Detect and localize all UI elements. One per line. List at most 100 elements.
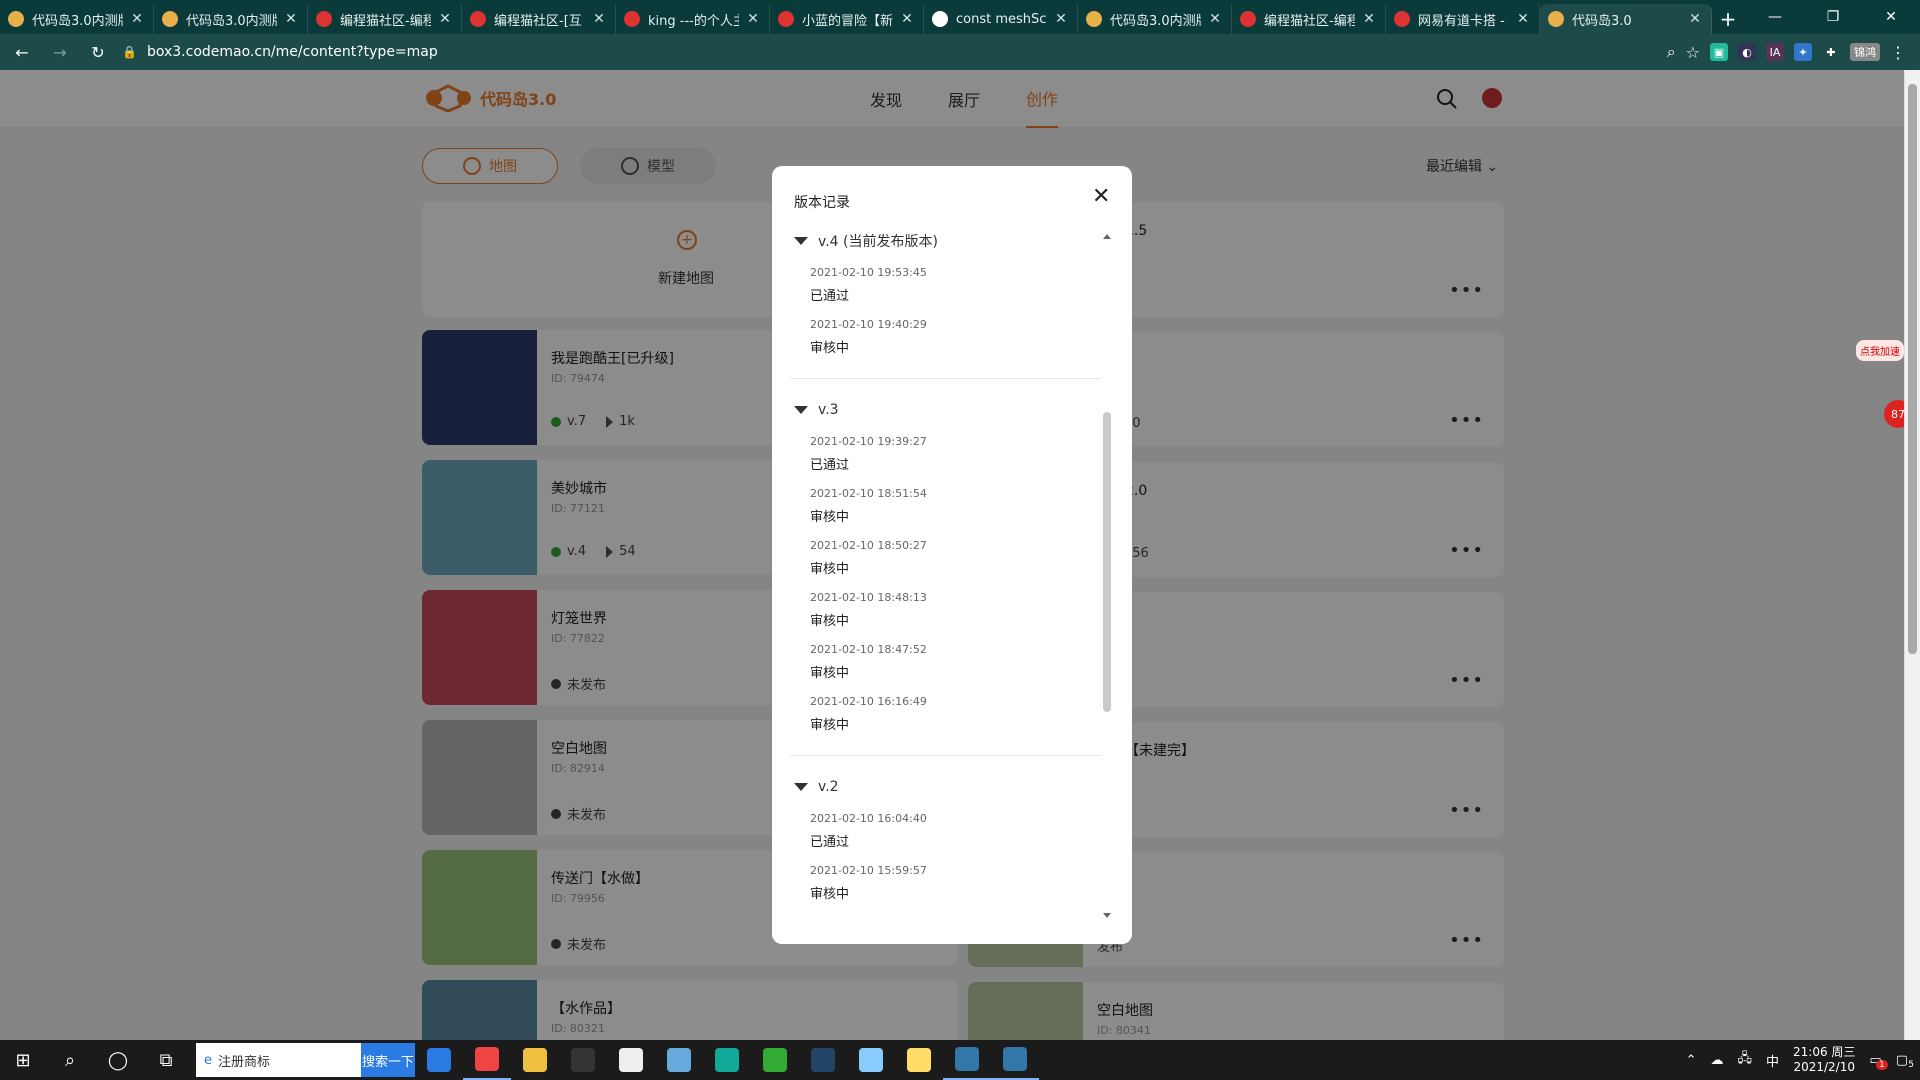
clock[interactable]: 21:06 周三 2021/2/10 [1793,1045,1855,1075]
document-icon[interactable] [607,1040,655,1080]
extensions-puzzle-icon[interactable]: ✚ [1822,43,1840,61]
entry-status: 审核中 [810,887,850,902]
collapse-triangle-icon[interactable] [794,406,808,414]
browser-tabbar: 代码岛3.0内测版 ✕ 代码岛3.0内测版 ✕ 编程猫社区-编程 ✕ 编程猫社区-[互 ✕ ki… [0,0,1920,34]
collapse-triangle-icon[interactable] [794,783,808,791]
store-icon[interactable] [559,1040,607,1080]
page-scrollbar[interactable] [1904,70,1920,1040]
extension-bird-icon[interactable]: ✦ [1794,43,1812,61]
taskbar-apps [415,1040,1039,1080]
action-center-icon[interactable]: ▢ 5 [1896,1053,1914,1070]
browser-tab[interactable]: 编程猫社区-编程 ✕ [308,4,462,34]
modal-scroll-thumb[interactable] [1103,412,1111,712]
url-field[interactable]: 🔒 box3.codemao.cn/me/content?type=map [122,38,1667,66]
browser-menu-icon[interactable]: ⋮ [1890,43,1906,62]
entry-status: 审核中 [810,562,850,577]
tray-up-icon[interactable]: ⌃ [1686,1053,1697,1068]
tab-close-icon[interactable]: ✕ [1515,11,1531,27]
collapse-triangle-icon[interactable] [794,237,808,245]
notification-icon[interactable]: ▭ 1 [1869,1053,1888,1070]
green-app-icon[interactable] [751,1040,799,1080]
python-idle-icon[interactable] [991,1040,1039,1080]
tab-favicon-icon [316,11,332,27]
version-entry: 2021-02-10 19:39:27 已通过 [790,435,1100,473]
bird-app-icon-glyph [667,1048,691,1072]
tab-close-icon[interactable]: ✕ [129,11,145,27]
taskbar-search-button[interactable]: 搜索一下 [361,1043,415,1077]
close-icon[interactable]: ✕ [1092,186,1110,208]
cloud-icon[interactable]: ☁ [1710,1053,1723,1068]
ime-indicator[interactable]: 中 [1766,1051,1779,1070]
modal-scrollbar[interactable] [1102,232,1112,920]
browser-tab[interactable]: 代码岛3.0内测版 ✕ [1078,4,1232,34]
steam-icon[interactable] [799,1040,847,1080]
browser-tab[interactable]: 代码岛3.0 ✕ [1540,4,1712,34]
extension-moon-icon[interactable]: ◐ [1738,43,1756,61]
tab-close-icon[interactable]: ✕ [1053,11,1069,27]
browser-tab[interactable]: const meshScal ✕ [924,4,1078,34]
notepad-icon[interactable] [895,1040,943,1080]
tab-favicon-icon [470,11,486,27]
network-app-icon[interactable] [847,1040,895,1080]
forward-button[interactable]: → [44,36,76,68]
entry-status: 审核中 [810,718,850,733]
mail-icon[interactable] [415,1040,463,1080]
taskbar-search-input[interactable]: e 注册商标 [196,1043,361,1077]
restore-button[interactable]: ❐ [1804,0,1862,34]
browser-tab[interactable]: king ---的个人主 ✕ [616,4,770,34]
profile-avatar[interactable]: 锦鸿 [1850,43,1880,61]
tab-close-icon[interactable]: ✕ [1361,11,1377,27]
tab-close-icon[interactable]: ✕ [283,11,299,27]
tab-favicon-icon [1240,11,1256,27]
scroll-up-icon[interactable] [1103,234,1111,239]
green-app-icon-glyph [763,1048,787,1072]
minimize-button[interactable]: — [1746,0,1804,34]
browser-tab[interactable]: 编程猫社区-[互 ✕ [462,4,616,34]
python-icon[interactable] [943,1040,991,1080]
version-header[interactable]: v.2 [790,774,1100,800]
bookmark-star-icon[interactable]: ☆ [1686,43,1700,62]
scroll-down-icon[interactable] [1103,913,1111,918]
cortana-icon[interactable]: ◯ [94,1040,142,1080]
network-app-icon-glyph [859,1048,883,1072]
taskbar-search-text: 注册商标 [218,1054,271,1070]
extension-green-icon[interactable]: ▣ [1710,43,1728,61]
version-list: v.4 (当前发布版本) 2021-02-10 19:53:45 已通过 2021-0… [790,228,1100,916]
entry-timestamp: 2021-02-10 18:47:52 [810,643,927,656]
browser-tab[interactable]: 代码岛3.0内测版 ✕ [0,4,154,34]
version-header[interactable]: v.3 [790,397,1100,423]
window-controls: — ❐ ✕ [1746,0,1920,34]
extension-ia-icon[interactable]: IA [1766,43,1784,61]
task-view-icon[interactable]: ⧉ [142,1040,190,1080]
python-idle-icon-glyph [1003,1047,1027,1071]
windows-start-icon[interactable]: ⊞ [0,1040,46,1080]
page-scroll-thumb[interactable] [1908,84,1917,654]
entry-timestamp: 2021-02-10 19:40:29 [810,318,927,331]
network-icon[interactable]: 🖧 [1737,1049,1752,1071]
document-icon-glyph [619,1048,643,1072]
file-explorer-icon[interactable] [511,1040,559,1080]
new-tab-button[interactable]: + [1712,4,1744,34]
tab-close-icon[interactable]: ✕ [591,11,607,27]
zoom-icon[interactable]: ⌕ [1667,42,1676,62]
browser-tab[interactable]: 小蓝的冒险【新 ✕ [770,4,924,34]
bird-app-icon[interactable] [655,1040,703,1080]
tab-close-icon[interactable]: ✕ [899,11,915,27]
version-entry: 2021-02-10 18:48:13 审核中 [790,591,1100,629]
browser-tab[interactable]: 代码岛3.0内测版 ✕ [154,4,308,34]
browser-tab[interactable]: 编程猫社区-编程 ✕ [1232,4,1386,34]
tab-close-icon[interactable]: ✕ [1687,11,1703,27]
search-icon[interactable]: ⌕ [46,1040,94,1080]
back-button[interactable]: ← [6,36,38,68]
reload-button[interactable]: ↻ [82,36,114,68]
floating-speedup-widget[interactable]: 点我加速 87 [1854,340,1904,450]
tab-close-icon[interactable]: ✕ [1207,11,1223,27]
tab-close-icon[interactable]: ✕ [745,11,761,27]
tab-close-icon[interactable]: ✕ [437,11,453,27]
chrome-icon[interactable] [463,1040,511,1080]
edge-icon[interactable] [703,1040,751,1080]
version-header[interactable]: v.4 (当前发布版本) [790,228,1100,254]
browser-tab[interactable]: 网易有道卡搭 - ✕ [1386,4,1540,34]
close-window-button[interactable]: ✕ [1862,0,1920,34]
tab-favicon-icon [162,11,178,27]
